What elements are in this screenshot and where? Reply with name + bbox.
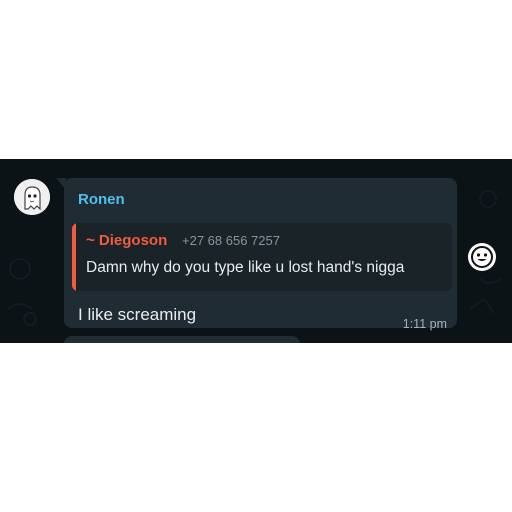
quoted-phone: +27 68 656 7257	[182, 233, 280, 248]
next-message-bubble[interactable]	[64, 336, 300, 343]
quoted-reply[interactable]: ~ Diegoson +27 68 656 7257 Damn why do y…	[72, 223, 452, 291]
sender-name[interactable]: Ronen	[78, 191, 125, 208]
quoted-author: ~ Diegoson	[86, 232, 168, 249]
smiley-emoji-icon	[471, 246, 493, 268]
sender-avatar[interactable]	[14, 179, 50, 215]
quoted-text: Damn why do you type like u lost hand's …	[86, 259, 405, 276]
message-text: I like screaming	[78, 305, 197, 324]
quote-accent-bar	[72, 223, 76, 291]
message-bubble[interactable]: Ronen ~ Diegoson +27 68 656 7257 Damn wh…	[64, 178, 457, 331]
message-time: 1:11 pm	[402, 317, 447, 331]
react-button[interactable]	[468, 243, 496, 271]
chat-area: Ronen ~ Diegoson +27 68 656 7257 Damn wh…	[0, 159, 512, 343]
ghost-avatar-icon	[14, 179, 50, 215]
